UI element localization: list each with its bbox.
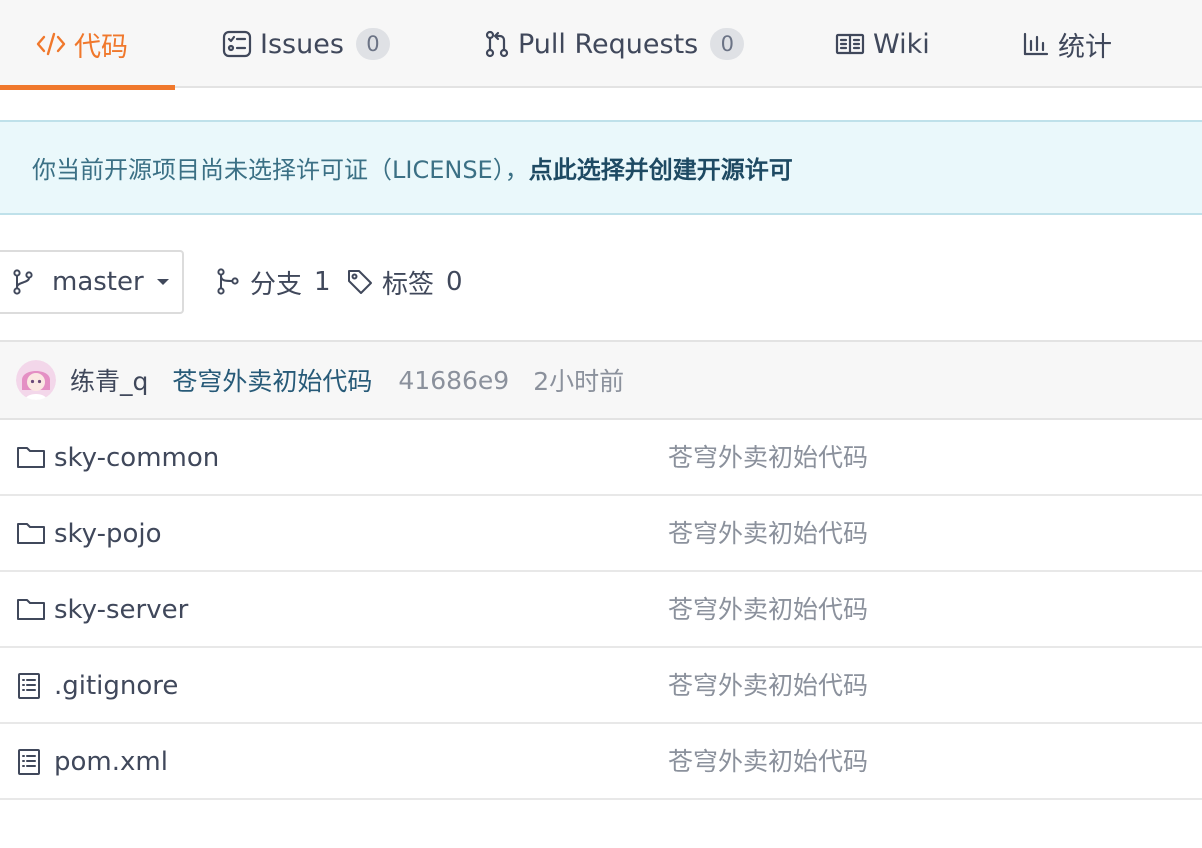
branches-label: 分支 [250,269,303,300]
branches-link[interactable]: 分支 1 [216,250,331,314]
file-commit-message[interactable]: 苍穹外卖初始代码 [668,724,868,800]
file-name[interactable]: .gitignore [54,648,178,724]
issues-count-badge: 0 [355,28,390,60]
latest-commit-bar: 练青_q 苍穹外卖初始代码 41686e9 2小时前 [0,340,1202,420]
branches-count: 1 [314,267,331,297]
file-name[interactable]: sky-common [54,420,219,496]
tags-link[interactable]: 标签 0 [346,250,463,314]
file-icon [16,672,46,700]
folder-icon [16,444,46,472]
pull-request-icon [484,30,510,58]
repo-tab-bar: 代码 Issues 0 Pull Requests 0 Wiki 统计 [0,0,1202,90]
tab-stats[interactable]: 统计 [1022,0,1112,88]
folder-icon [16,520,46,548]
file-name[interactable]: sky-pojo [54,496,162,572]
file-commit-message[interactable]: 苍穹外卖初始代码 [668,648,868,724]
commit-sha[interactable]: 41686e9 [398,366,509,395]
tab-pull-requests-label: Pull Requests [518,28,699,60]
tab-issues[interactable]: Issues 0 [222,0,390,88]
license-notice-text: 你当前开源项目尚未选择许可证（LICENSE）， [32,156,529,184]
file-row-gitignore[interactable]: .gitignore 苍穹外卖初始代码 [0,648,1202,724]
tags-label: 标签 [382,269,435,300]
book-icon [835,32,865,56]
tab-code-label: 代码 [74,31,128,63]
create-license-link[interactable]: 点此选择并创建开源许可 [529,150,793,185]
branch-icon [216,268,242,296]
bar-chart-icon [1022,31,1050,57]
tag-icon [346,268,374,296]
avatar[interactable] [16,360,56,400]
tab-stats-label: 统计 [1058,31,1112,63]
current-branch-name: master [52,267,144,297]
file-commit-message[interactable]: 苍穹外卖初始代码 [668,420,868,496]
chevron-down-icon [156,277,170,287]
branch-icon [12,269,34,295]
file-list: sky-common 苍穹外卖初始代码 sky-pojo 苍穹外卖初始代码 sk… [0,420,1202,800]
file-commit-message[interactable]: 苍穹外卖初始代码 [668,572,868,648]
commit-message[interactable]: 苍穹外卖初始代码 [172,362,372,398]
file-row-sky-common[interactable]: sky-common 苍穹外卖初始代码 [0,420,1202,496]
file-commit-message[interactable]: 苍穹外卖初始代码 [668,496,868,572]
tab-issues-label: Issues [260,28,344,60]
commit-author[interactable]: 练青_q [70,362,148,398]
folder-icon [16,596,46,624]
tags-count: 0 [446,267,463,297]
file-row-sky-server[interactable]: sky-server 苍穹外卖初始代码 [0,572,1202,648]
file-name[interactable]: pom.xml [54,724,168,800]
license-notice: 你当前开源项目尚未选择许可证（LICENSE）， 点此选择并创建开源许可 [0,120,1202,215]
tab-code[interactable]: 代码 [0,0,175,90]
file-row-pom-xml[interactable]: pom.xml 苍穹外卖初始代码 [0,724,1202,800]
file-name[interactable]: sky-server [54,572,188,648]
tab-wiki[interactable]: Wiki [835,0,930,88]
commit-time: 2小时前 [533,367,625,396]
issues-icon [222,30,252,58]
tab-wiki-label: Wiki [873,28,930,60]
file-row-sky-pojo[interactable]: sky-pojo 苍穹外卖初始代码 [0,496,1202,572]
file-icon [16,748,46,776]
code-icon [36,31,66,57]
tab-pull-requests[interactable]: Pull Requests 0 [484,0,745,88]
pull-requests-count-badge: 0 [710,28,745,60]
branch-selector[interactable]: master [0,250,184,314]
